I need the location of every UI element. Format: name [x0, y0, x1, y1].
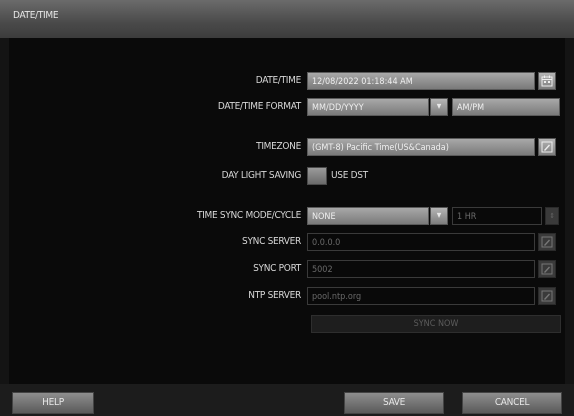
sync-mode-dropdown-button[interactable]: ▾ — [430, 207, 448, 225]
ntp-server-edit-button[interactable] — [538, 287, 556, 305]
timezone-field[interactable]: (GMT-8) Pacific Time(US&Canada) — [307, 138, 535, 156]
sync-mode-label: TIME SYNC MODE/CYCLE — [196, 210, 301, 221]
chevron-down-icon: ▾ — [436, 210, 442, 221]
edit-icon — [541, 290, 553, 302]
edit-icon — [541, 141, 553, 153]
date-format-select[interactable]: MM/DD/YYYY — [307, 98, 429, 116]
timezone-label: TIMEZONE — [256, 141, 301, 152]
cancel-button[interactable]: CANCEL — [462, 392, 562, 414]
use-dst-checkbox[interactable] — [307, 167, 327, 185]
up-down-icon: ⇕ — [549, 212, 555, 220]
help-button[interactable]: HELP — [12, 392, 94, 414]
date-format-dropdown-button[interactable]: ▾ — [430, 98, 448, 116]
edit-icon — [541, 236, 553, 248]
save-button[interactable]: SAVE — [344, 392, 444, 414]
edit-icon — [541, 263, 553, 275]
format-label: DATE/TIME FORMAT — [217, 101, 301, 112]
sync-port-label: SYNC PORT — [253, 263, 301, 274]
sync-port-field[interactable]: 5002 — [307, 260, 535, 278]
sync-cycle-spinner[interactable]: ⇕ — [545, 207, 559, 225]
timezone-edit-button[interactable] — [538, 138, 556, 156]
calendar-button[interactable] — [538, 72, 556, 90]
ntp-server-field[interactable]: pool.ntp.org — [307, 287, 535, 305]
datetime-field[interactable]: 12/08/2022 01:18:44 AM — [307, 72, 535, 90]
time-format-select[interactable]: AM/PM — [452, 98, 560, 116]
sync-cycle-field[interactable]: 1 HR — [452, 207, 542, 225]
sync-now-button[interactable]: SYNC NOW — [311, 315, 561, 333]
calendar-icon — [541, 75, 553, 87]
ntp-server-label: NTP SERVER — [248, 290, 301, 301]
title-bar: DATE/TIME — [0, 0, 574, 38]
sync-server-label: SYNC SERVER — [242, 236, 301, 247]
sync-server-field[interactable]: 0.0.0.0 — [307, 233, 535, 251]
window-title: DATE/TIME — [13, 10, 59, 21]
datetime-window: DATE/TIME DATE/TIME 12/08/2022 01:18:44 … — [0, 0, 574, 416]
use-dst-label: USE DST — [331, 170, 368, 181]
sync-server-edit-button[interactable] — [538, 233, 556, 251]
dst-label: DAY LIGHT SAVING — [221, 170, 302, 181]
datetime-label: DATE/TIME — [255, 75, 302, 86]
chevron-down-icon: ▾ — [436, 101, 442, 112]
sync-mode-select[interactable]: NONE — [307, 207, 429, 225]
sync-port-edit-button[interactable] — [538, 260, 556, 278]
